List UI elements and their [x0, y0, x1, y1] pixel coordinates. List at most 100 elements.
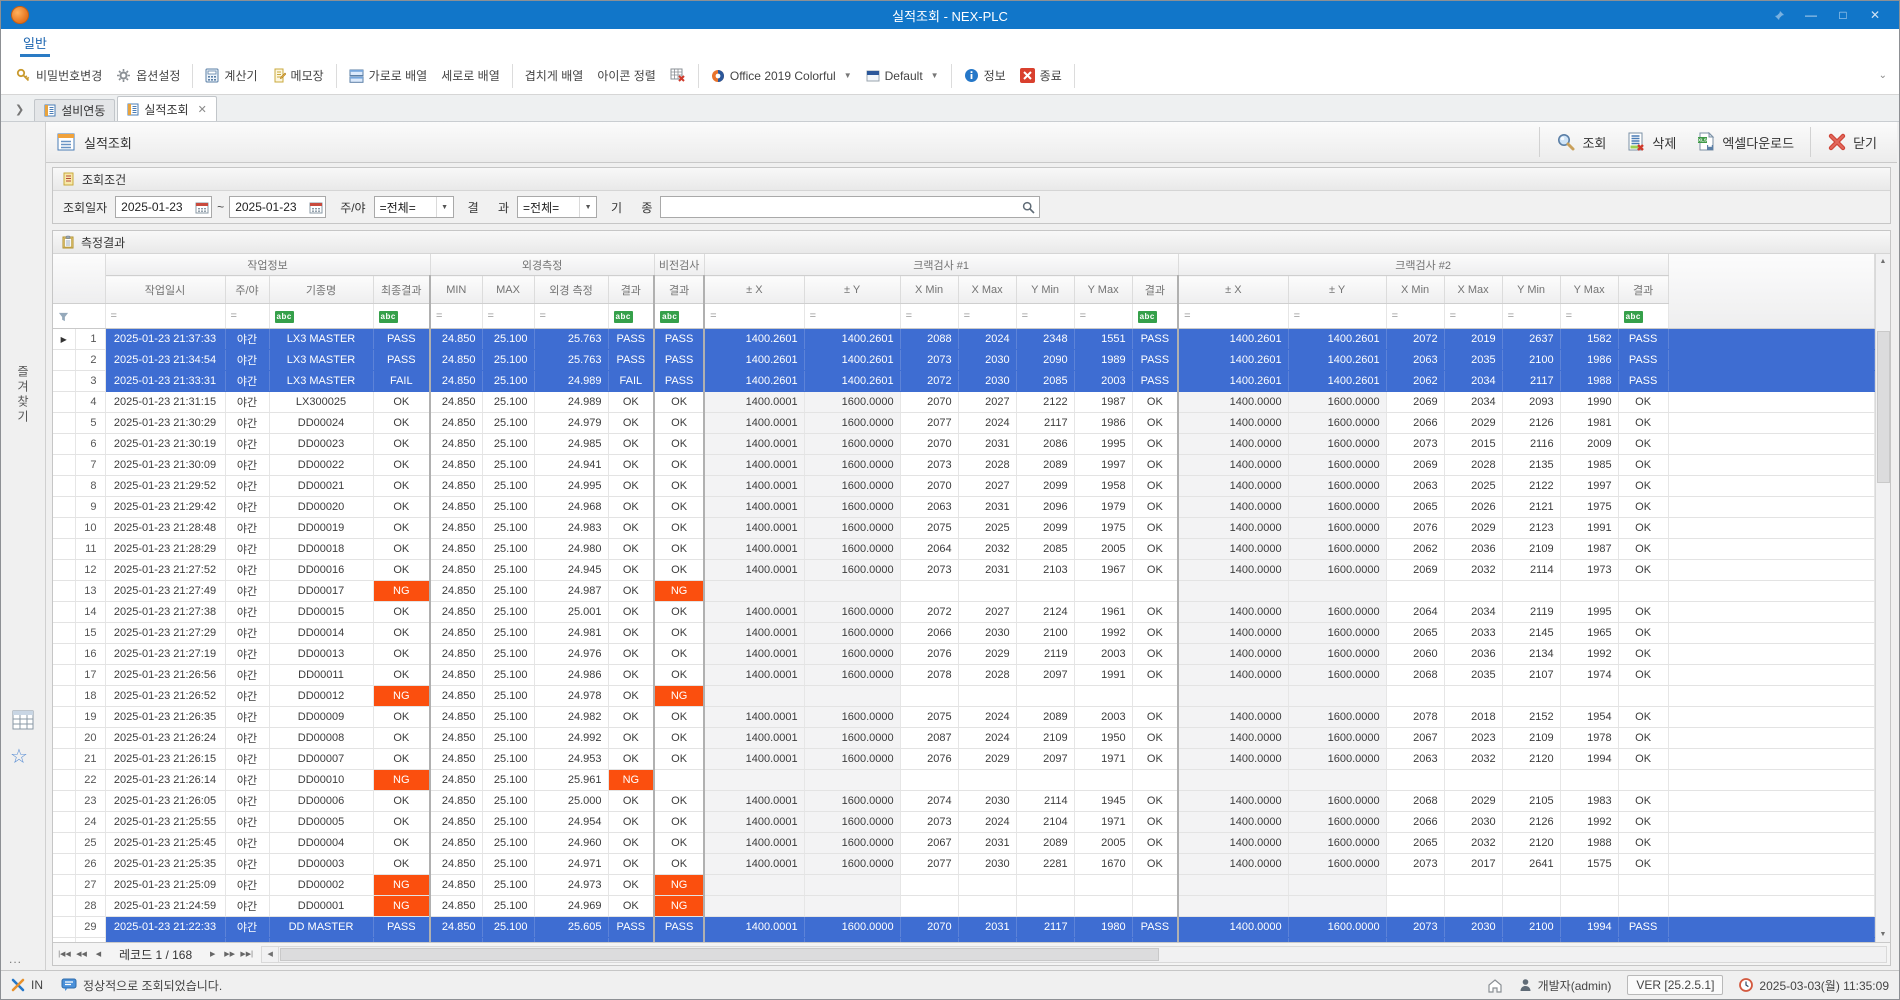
cell-c2-xmax[interactable]: 2030	[1444, 812, 1502, 833]
cell-c1-px[interactable]: 1400.0001	[704, 560, 804, 581]
cell-c1-result[interactable]: OK	[1132, 749, 1178, 770]
cell-c2-xmin[interactable]: 2062	[1386, 539, 1444, 560]
filter-datetime[interactable]: =	[105, 304, 225, 329]
cell-shift[interactable]: 야간	[225, 686, 269, 707]
row-indicator[interactable]	[53, 812, 75, 833]
cell-od-result[interactable]: OK	[608, 623, 654, 644]
cell-c2-xmin[interactable]: 2063	[1386, 476, 1444, 497]
cell-c1-xmax[interactable]: 2025	[958, 518, 1016, 539]
cell-c1-ymax[interactable]	[1074, 770, 1132, 791]
cell-c1-result[interactable]: PASS	[1132, 350, 1178, 371]
cell-od-measure[interactable]: 24.985	[534, 434, 608, 455]
cell-c1-result[interactable]: OK	[1132, 833, 1178, 854]
cell-c2-px[interactable]: 1400.0000	[1178, 392, 1288, 413]
col-c2-py[interactable]: ± Y	[1288, 276, 1386, 304]
cell-c2-result[interactable]	[1618, 686, 1668, 707]
cell-c1-xmax[interactable]: 2030	[958, 623, 1016, 644]
cell-datetime[interactable]: 2025-01-23 21:30:09	[105, 455, 225, 476]
cell-c1-xmin[interactable]: 2070	[900, 392, 958, 413]
cell-model[interactable]: DD00009	[269, 707, 373, 728]
cell-c1-ymax[interactable]: 1987	[1074, 392, 1132, 413]
table-row[interactable]: 42025-01-23 21:31:15야간LX300025OK24.85025…	[53, 392, 1875, 413]
cell-model[interactable]: LX3 MASTER	[269, 371, 373, 392]
cell-max[interactable]: 25.100	[482, 392, 534, 413]
row-indicator[interactable]	[53, 707, 75, 728]
cell-c2-xmax[interactable]: 2029	[1444, 518, 1502, 539]
cell-c1-xmin[interactable]	[900, 581, 958, 602]
date-to-field[interactable]	[229, 196, 326, 218]
cell-model[interactable]: DD00022	[269, 455, 373, 476]
cell-od-measure[interactable]: 24.980	[534, 539, 608, 560]
cell-c2-ymax[interactable]	[1560, 581, 1618, 602]
cell-datetime[interactable]: 2025-01-23 21:27:52	[105, 560, 225, 581]
cell-min[interactable]: 24.850	[430, 455, 482, 476]
cell-c1-ymin[interactable]: 2073	[1016, 938, 1074, 943]
cell-c1-ymax[interactable]	[1074, 686, 1132, 707]
cell-datetime[interactable]: 2025-01-23 21:24:59	[105, 896, 225, 917]
row-indicator[interactable]	[53, 602, 75, 623]
cell-max[interactable]: 25.100	[482, 560, 534, 581]
cascade-windows-button[interactable]: 겹치게 배열	[518, 63, 591, 88]
cell-c1-py[interactable]: 1600.0000	[804, 665, 900, 686]
cell-final-result[interactable]: OK	[373, 497, 430, 518]
table-row[interactable]: 232025-01-23 21:26:05야간DD00006OK24.85025…	[53, 791, 1875, 812]
cell-c1-result[interactable]: OK	[1132, 497, 1178, 518]
cell-model[interactable]: DD00002	[269, 875, 373, 896]
cell-vision-result[interactable]: OK	[654, 728, 704, 749]
cell-datetime[interactable]: 2025-01-23 21:27:29	[105, 623, 225, 644]
cell-vision-result[interactable]: OK	[654, 560, 704, 581]
cell-c1-xmin[interactable]: 2064	[900, 539, 958, 560]
cell-c1-xmin[interactable]: 2070	[900, 476, 958, 497]
cell-min[interactable]: 24.850	[430, 371, 482, 392]
cell-c2-px[interactable]	[1178, 581, 1288, 602]
cell-c1-ymax[interactable]: 1992	[1074, 623, 1132, 644]
shift-select[interactable]: =전체= ▼	[374, 196, 454, 218]
cell-max[interactable]: 25.100	[482, 875, 534, 896]
cell-c1-ymax[interactable]	[1074, 875, 1132, 896]
cell-min[interactable]: 24.850	[430, 602, 482, 623]
cell-final-result[interactable]: NG	[373, 896, 430, 917]
cell-c1-xmin[interactable]: 2072	[900, 602, 958, 623]
cell-model[interactable]: DD00011	[269, 665, 373, 686]
cell-c2-result[interactable]: OK	[1618, 623, 1668, 644]
cell-c1-result[interactable]: OK	[1132, 623, 1178, 644]
cell-c1-xmin[interactable]: 2075	[900, 707, 958, 728]
cell-c1-py[interactable]: 1600.0000	[804, 812, 900, 833]
cell-c2-xmax[interactable]: 2032	[1444, 749, 1502, 770]
cell-c2-py[interactable]: 1600.0000	[1288, 560, 1386, 581]
cell-shift[interactable]: 야간	[225, 329, 269, 350]
cell-c2-ymin[interactable]: 2120	[1502, 833, 1560, 854]
cell-c1-xmax[interactable]: 2024	[958, 728, 1016, 749]
cell-c1-xmax[interactable]: 2024	[958, 413, 1016, 434]
cell-c1-ymax[interactable]: 1945	[1074, 791, 1132, 812]
cell-vision-result[interactable]: OK	[654, 539, 704, 560]
cell-c2-result[interactable]: OK	[1618, 497, 1668, 518]
cell-c1-px[interactable]: 1400.0001	[704, 644, 804, 665]
cell-final-result[interactable]: OK	[373, 623, 430, 644]
cell-c1-py[interactable]: 1600.0000	[804, 623, 900, 644]
cell-c1-px[interactable]: 1400.0001	[704, 707, 804, 728]
cell-shift[interactable]: 야간	[225, 896, 269, 917]
cell-c2-ymax[interactable]: 1994	[1560, 749, 1618, 770]
cell-c2-xmax[interactable]	[1444, 875, 1502, 896]
cell-max[interactable]: 25.100	[482, 917, 534, 938]
cell-datetime[interactable]: 2025-01-23 21:22:33	[105, 917, 225, 938]
cell-c1-xmax[interactable]: 2031	[958, 434, 1016, 455]
cell-c1-xmin[interactable]: 2076	[900, 749, 958, 770]
cell-c2-xmin[interactable]: 2076	[1386, 518, 1444, 539]
cell-shift[interactable]: 야간	[225, 833, 269, 854]
cell-vision-result[interactable]: OK	[654, 518, 704, 539]
cell-od-measure[interactable]: 24.981	[534, 623, 608, 644]
cell-c2-py[interactable]: 1600.0000	[1288, 455, 1386, 476]
cell-c2-ymin[interactable]: 2641	[1502, 854, 1560, 875]
cell-min[interactable]: 24.850	[430, 350, 482, 371]
cell-c1-ymax[interactable]: 1967	[1074, 560, 1132, 581]
cell-od-measure[interactable]: 25.000	[534, 791, 608, 812]
cell-c2-result[interactable]	[1618, 875, 1668, 896]
cell-c2-xmax[interactable]: 2034	[1444, 392, 1502, 413]
cell-shift[interactable]: 야간	[225, 476, 269, 497]
cell-min[interactable]: 24.850	[430, 707, 482, 728]
cell-c2-result[interactable]: OK	[1618, 854, 1668, 875]
home-icon[interactable]	[1487, 978, 1503, 993]
table-row[interactable]: 272025-01-23 21:25:09야간DD00002NG24.85025…	[53, 875, 1875, 896]
